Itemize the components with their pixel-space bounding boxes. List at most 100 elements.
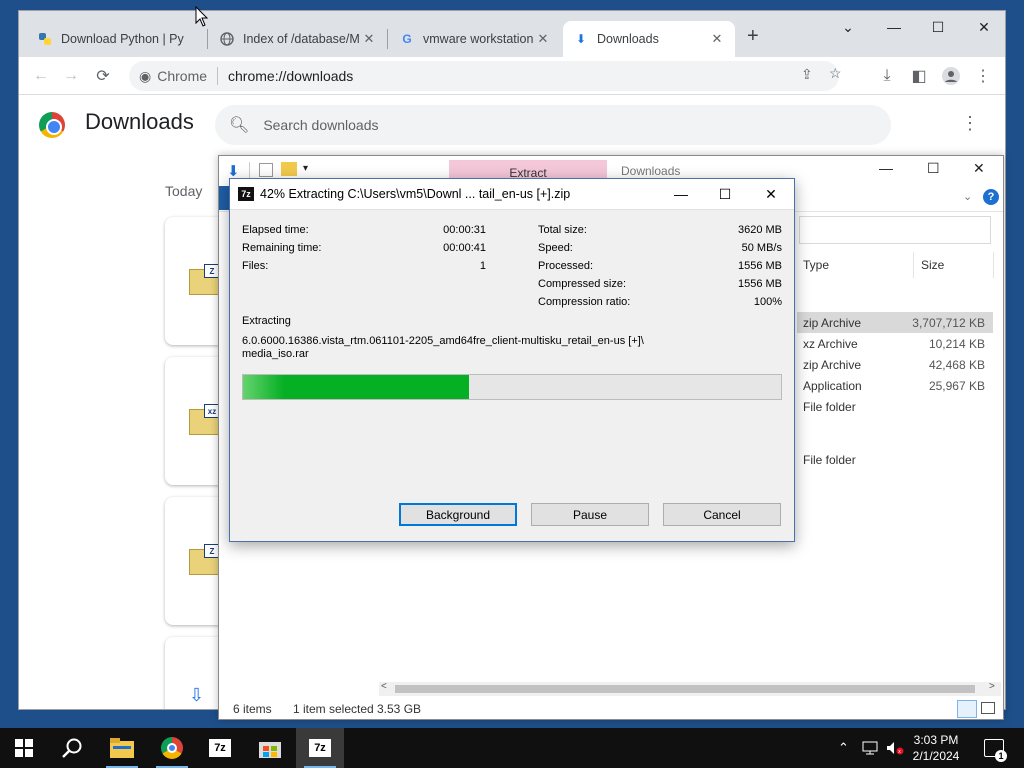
new-tab-button[interactable]: +	[747, 25, 759, 48]
minimize-icon[interactable]: —	[871, 11, 917, 43]
files-label: Files:	[242, 260, 269, 272]
tab-strip: Download Python | Py Index of /database/…	[19, 11, 1005, 57]
7zip-icon: 7z	[238, 187, 254, 201]
store-icon[interactable]	[246, 728, 294, 768]
share-icon[interactable]: ⇪	[801, 66, 813, 83]
speed-value: 50 MB/s	[741, 242, 782, 254]
forward-icon[interactable]: →	[57, 62, 85, 90]
maximize-icon[interactable]: ☐	[915, 11, 961, 43]
file-size: 3,707,712 KB	[912, 316, 985, 330]
7zip-active-icon[interactable]: 7z	[296, 728, 344, 768]
system-clock[interactable]: 3:03 PM 2/1/2024	[896, 732, 976, 764]
address-bar[interactable]: ◉ Chrome chrome://downloads ⇪ ☆	[129, 61, 842, 91]
horizontal-scrollbar[interactable]: < >	[379, 681, 1001, 696]
archive-file-icon: xz	[189, 404, 221, 435]
column-header-type[interactable]: Type	[803, 258, 829, 272]
mouse-cursor-icon	[195, 5, 209, 31]
scrollbar-thumb[interactable]	[395, 685, 975, 693]
tab-search-icon[interactable]: ⌄	[825, 11, 871, 43]
help-icon[interactable]: ?	[983, 189, 999, 205]
site-label: Chrome	[157, 68, 208, 84]
close-icon[interactable]: ✕	[973, 160, 985, 177]
customize-dropdown-icon[interactable]: ▾	[303, 163, 308, 174]
downloads-icon[interactable]: ⤓	[873, 62, 901, 90]
scroll-right-icon[interactable]: >	[989, 681, 995, 692]
maximize-icon[interactable]: ☐	[702, 179, 748, 209]
file-size: 42,468 KB	[928, 358, 985, 372]
file-row[interactable]: Application 25,967 KB	[797, 375, 993, 396]
reload-icon[interactable]: ⟳	[89, 62, 117, 90]
file-row[interactable]: File folder	[797, 396, 993, 417]
column-header-size[interactable]: Size	[921, 258, 944, 272]
close-icon[interactable]: ✕	[961, 11, 1005, 43]
file-row[interactable]: File folder	[797, 449, 993, 470]
elapsed-time-value: 00:00:31	[443, 224, 486, 236]
column-divider[interactable]	[913, 252, 914, 278]
file-row[interactable]: zip Archive 42,468 KB	[797, 354, 993, 375]
pause-button[interactable]: Pause	[531, 503, 649, 526]
profile-avatar-icon[interactable]	[937, 62, 965, 90]
tab-divider	[387, 29, 388, 49]
google-icon: G	[402, 32, 412, 46]
tab-close-icon[interactable]: ✕	[709, 31, 725, 47]
new-folder-icon[interactable]	[281, 162, 297, 176]
files-value: 1	[479, 260, 486, 272]
tab-index-database[interactable]: Index of /database/M ✕	[209, 21, 387, 57]
file-row[interactable]: xz Archive 10,214 KB	[797, 333, 993, 354]
show-hidden-icons-icon[interactable]: ⌃	[838, 728, 849, 768]
large-icons-view-icon[interactable]	[981, 702, 995, 714]
more-actions-icon[interactable]: ⋮	[961, 113, 979, 134]
downloads-header: Downloads 🔍︎ Search downloads ⋮	[19, 95, 1005, 155]
properties-icon[interactable]	[259, 163, 273, 177]
back-icon[interactable]: ←	[27, 62, 55, 90]
tab-close-icon[interactable]: ✕	[361, 31, 377, 47]
compressed-size-value: 1556 MB	[737, 278, 782, 290]
maximize-icon[interactable]: ☐	[927, 160, 940, 177]
file-row[interactable]: zip Archive 3,707,712 KB	[797, 312, 993, 333]
total-size-value: 3620 MB	[737, 224, 782, 236]
progress-fill	[243, 375, 469, 399]
column-divider[interactable]	[993, 252, 994, 278]
dialog-title-bar: 7z 42% Extracting C:\Users\vm5\Downl ...…	[230, 179, 794, 209]
tab-python[interactable]: Download Python | Py	[27, 21, 207, 57]
close-icon[interactable]: ✕	[748, 179, 794, 209]
processed-value: 1556 MB	[737, 260, 782, 272]
chrome-menu-icon[interactable]: ⋮	[969, 62, 997, 90]
extracting-label: Extracting	[242, 315, 291, 327]
notifications-icon[interactable]: 1	[984, 728, 1007, 768]
file-explorer-icon[interactable]	[98, 728, 146, 768]
explorer-title: Downloads	[621, 164, 681, 178]
background-button[interactable]: Background	[399, 503, 517, 526]
bookmark-star-icon[interactable]: ☆	[829, 65, 842, 82]
omnibox-divider	[217, 67, 219, 85]
search-icon[interactable]	[48, 728, 96, 768]
cancel-button[interactable]: Cancel	[663, 503, 781, 526]
search-icon: 🔍︎	[229, 117, 250, 134]
7zip-icon[interactable]: 7z	[196, 728, 244, 768]
item-count: 6 items	[233, 702, 272, 716]
tab-title: Index of /database/M	[243, 32, 360, 46]
explorer-search-box[interactable]	[799, 216, 991, 244]
minimize-icon[interactable]: —	[658, 179, 704, 209]
side-panel-icon[interactable]: ◧	[905, 62, 933, 90]
dialog-body: Elapsed time: 00:00:31 Remaining time: 0…	[230, 209, 794, 541]
archive-file-icon: Z	[189, 544, 221, 575]
file-size: 10,214 KB	[928, 337, 985, 351]
total-size-label: Total size:	[538, 224, 587, 236]
network-icon[interactable]	[862, 728, 878, 768]
speed-label: Speed:	[538, 242, 573, 254]
search-downloads-input[interactable]: 🔍︎ Search downloads	[215, 105, 891, 145]
7zip-extract-dialog: 7z 42% Extracting C:\Users\vm5\Downl ...…	[229, 178, 795, 542]
tab-vmware-search[interactable]: G vmware workstation - ✕	[389, 21, 561, 57]
minimize-icon[interactable]: —	[879, 160, 893, 176]
expand-ribbon-icon[interactable]: ⌄	[963, 190, 972, 203]
current-file-path: 6.0.6000.16386.vista_rtm.061101-2205_amd…	[242, 335, 644, 347]
tab-close-icon[interactable]: ✕	[535, 31, 551, 47]
details-view-icon[interactable]	[957, 700, 977, 718]
tab-downloads[interactable]: ⬇ Downloads ✕	[563, 21, 735, 57]
windows-start-icon[interactable]	[0, 728, 48, 768]
tab-title: vmware workstation -	[423, 32, 535, 46]
search-placeholder: Search downloads	[263, 117, 379, 133]
chrome-icon[interactable]	[148, 728, 196, 768]
scroll-left-icon[interactable]: <	[381, 681, 387, 692]
